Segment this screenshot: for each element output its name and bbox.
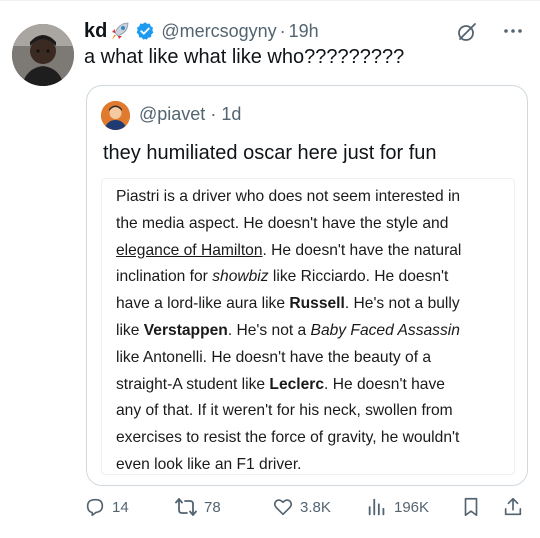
image-text-line: the media aspect. He doesn't have the st… bbox=[116, 214, 448, 234]
image-text-segment: . He doesn't have bbox=[324, 375, 445, 393]
action-bar: 14 78 3.8K 196K bbox=[84, 496, 528, 526]
more-icon[interactable] bbox=[502, 20, 524, 42]
rocket-emoji-icon bbox=[109, 20, 131, 42]
quoted-tweet-card[interactable]: @piavet · 1d they humiliated oscar here … bbox=[86, 85, 528, 486]
image-text-segment: showbiz bbox=[212, 268, 269, 286]
quoted-timestamp[interactable]: 1d bbox=[221, 104, 241, 124]
quoted-author-avatar[interactable] bbox=[101, 101, 130, 130]
bookmark-button[interactable] bbox=[460, 496, 482, 518]
share-icon bbox=[504, 497, 522, 516]
image-text-segment: Verstappen bbox=[143, 322, 228, 339]
repost-count: 78 bbox=[204, 498, 221, 516]
image-text-segment: exercises to resist the force of gravity… bbox=[116, 429, 460, 447]
image-text-segment: the media aspect. He doesn't have the st… bbox=[116, 214, 449, 232]
image-text-segment: have a lord-like aura like bbox=[116, 295, 290, 313]
image-text-segment: . He doesn't have the natural bbox=[262, 241, 462, 259]
quoted-tweet-text: they humiliated oscar here just for fun bbox=[103, 142, 437, 164]
image-text-line: exercises to resist the force of gravity… bbox=[116, 428, 459, 448]
quoted-handle[interactable]: @piavet bbox=[139, 104, 205, 124]
image-text-line: Piastri is a driver who does not seem in… bbox=[116, 187, 460, 207]
reply-button[interactable]: 14 bbox=[84, 496, 129, 518]
verified-badge-icon[interactable] bbox=[135, 21, 155, 41]
image-text-segment: like Antonelli. He doesn't have the beau… bbox=[116, 348, 432, 366]
image-text-line: elegance of Hamilton. He doesn't have th… bbox=[116, 241, 461, 261]
author-handle[interactable]: @mercsogyny bbox=[161, 21, 276, 42]
tweet-header: kd @mercsogyny · 19h bbox=[84, 18, 528, 44]
like-button[interactable]: 3.8K bbox=[272, 496, 331, 518]
image-text-segment: like bbox=[116, 322, 144, 339]
image-text-segment: even look like an F1 driver. bbox=[116, 456, 302, 473]
reply-count: 14 bbox=[112, 498, 129, 516]
quoted-image[interactable]: Piastri is a driver who does not seem in… bbox=[101, 178, 515, 475]
repost-icon bbox=[175, 498, 197, 516]
top-divider bbox=[0, 0, 540, 1]
image-text-line: like Verstappen. He's not a Baby Faced A… bbox=[116, 321, 460, 341]
reply-icon bbox=[86, 498, 104, 517]
image-text-segment: any of that. If it weren't for his neck,… bbox=[116, 402, 453, 420]
image-text-line: even look like an F1 driver. bbox=[116, 455, 302, 475]
image-text-line: straight-A student like Leclerc. He does… bbox=[116, 375, 445, 395]
display-name[interactable]: kd bbox=[84, 20, 107, 43]
image-text-segment: Russell bbox=[289, 295, 345, 313]
share-button[interactable] bbox=[502, 496, 524, 518]
bookmark-icon bbox=[464, 497, 478, 517]
image-text-segment: . He's not a bbox=[227, 322, 311, 339]
image-text-segment: inclination for bbox=[116, 268, 213, 286]
image-text-segment: Leclerc bbox=[269, 375, 325, 393]
views-count: 196K bbox=[394, 498, 430, 516]
image-text-line: inclination for showbiz like Ricciardo. … bbox=[116, 267, 448, 287]
repost-button[interactable]: 78 bbox=[174, 496, 221, 518]
tweet-timestamp[interactable]: 19h bbox=[289, 21, 319, 42]
image-text-segment: Piastri is a driver who does not seem in… bbox=[116, 188, 461, 205]
image-text-segment: . He's not a bully bbox=[344, 295, 460, 313]
image-text-segment: straight-A student like bbox=[116, 375, 270, 393]
image-text-line: any of that. If it weren't for his neck,… bbox=[116, 401, 453, 421]
heart-icon bbox=[273, 499, 293, 516]
quoted-handle-line: @piavet · 1d bbox=[139, 104, 241, 125]
like-count: 3.8K bbox=[300, 498, 331, 516]
views-button[interactable]: 196K bbox=[366, 496, 429, 518]
author-avatar[interactable] bbox=[12, 24, 74, 86]
image-text-segment: Baby Faced Assassin bbox=[310, 322, 460, 339]
views-icon bbox=[368, 498, 385, 516]
image-text-segment: elegance of Hamilton bbox=[116, 241, 263, 259]
separator-dot: · bbox=[279, 20, 286, 41]
grok-icon[interactable] bbox=[456, 21, 478, 43]
separator-dot: · bbox=[210, 104, 217, 124]
image-text-segment: like Ricciardo. He doesn't bbox=[268, 268, 449, 286]
image-text-line: have a lord-like aura like Russell. He's… bbox=[116, 294, 460, 314]
tweet-text: a what like what like who????????? bbox=[84, 46, 405, 68]
image-text-line: like Antonelli. He doesn't have the beau… bbox=[116, 348, 431, 368]
